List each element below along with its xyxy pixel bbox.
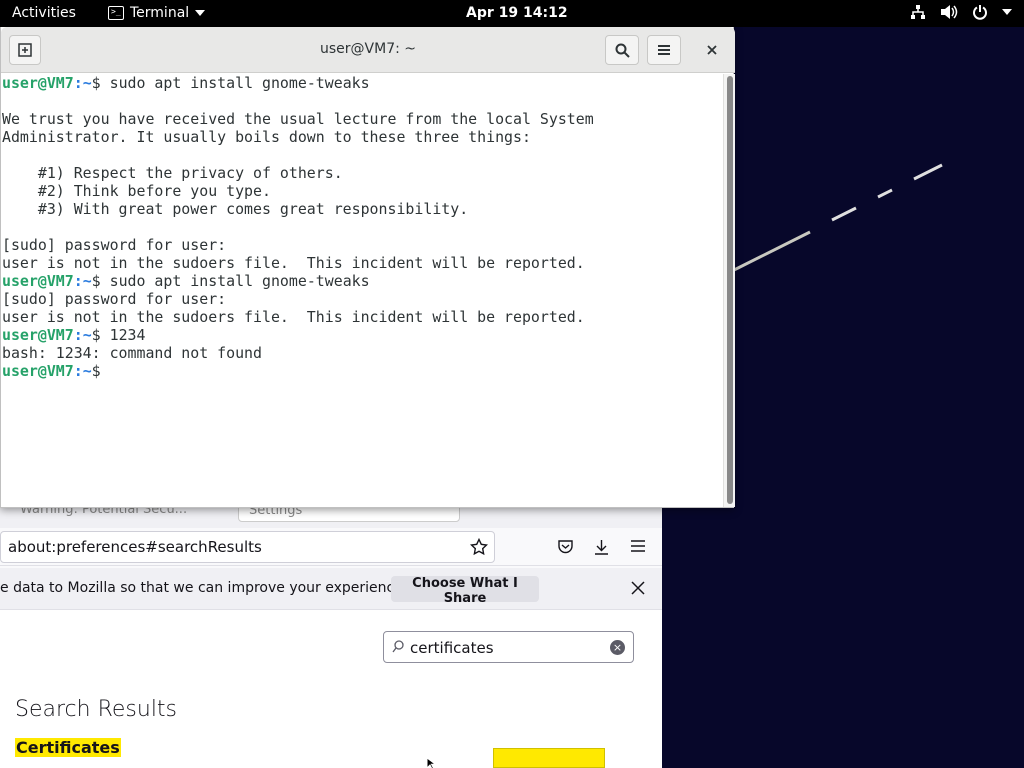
terminal-output-line: [sudo] password for user:	[2, 236, 227, 254]
terminal-prompt-line: user@VM7:~$ sudo apt install gnome-tweak…	[2, 74, 723, 92]
star-icon[interactable]	[470, 538, 488, 556]
search-button[interactable]	[605, 35, 639, 65]
terminal-output-line: #2) Think before you type.	[2, 182, 271, 200]
terminal-output-line: bash: 1234: command not found	[2, 344, 262, 362]
preferences-content: certificates × Search Results Certificat…	[0, 610, 662, 768]
terminal-output-line: Administrator. It usually boils down to …	[2, 128, 531, 146]
prompt-path: :~	[73, 362, 92, 380]
chevron-down-icon	[195, 10, 206, 16]
pocket-icon[interactable]	[557, 539, 574, 555]
search-icon	[392, 640, 404, 653]
scrollbar-thumb[interactable]	[727, 76, 733, 504]
chevron-down-icon	[1002, 9, 1012, 15]
page-title: Search Results	[15, 697, 178, 722]
notification-bar: e data to Mozilla so that we can improve…	[0, 568, 662, 610]
hamburger-menu-button[interactable]	[647, 35, 681, 65]
activities-button[interactable]: Activities	[12, 5, 76, 21]
terminal-output-line: user is not in the sudoers file. This in…	[2, 308, 585, 326]
close-icon	[707, 45, 717, 55]
url-bar[interactable]: about:preferences#searchResults	[0, 531, 495, 563]
prompt-command: $	[91, 362, 101, 380]
power-icon	[973, 5, 987, 20]
view-certificates-button[interactable]	[493, 748, 605, 768]
close-button[interactable]	[701, 39, 723, 61]
terminal-prompt-line: user@VM7:~$	[2, 362, 723, 380]
hamburger-menu-icon	[658, 45, 670, 55]
terminal-headerbar[interactable]: user@VM7: ~	[1, 27, 735, 73]
search-icon	[615, 43, 630, 58]
prompt-user: user@VM7	[2, 326, 74, 344]
terminal-app-icon: >_	[108, 6, 124, 20]
top-bar: Activities >_ Terminal Apr 19 14:12	[0, 0, 1024, 27]
terminal-output-line: #1) Respect the privacy of others.	[2, 164, 343, 182]
mouse-cursor-icon	[426, 757, 438, 768]
prompt-user: user@VM7	[2, 362, 74, 380]
download-icon[interactable]	[593, 539, 610, 555]
clock[interactable]: Apr 19 14:12	[466, 5, 568, 21]
terminal-output[interactable]: user@VM7:~$ sudo apt install gnome-tweak…	[1, 74, 723, 507]
network-icon	[911, 5, 925, 19]
close-icon[interactable]	[630, 580, 646, 596]
scrollbar[interactable]	[723, 74, 735, 507]
preferences-search-input[interactable]: certificates ×	[383, 631, 634, 663]
choose-what-i-share-button[interactable]: Choose What I Share	[391, 576, 539, 606]
terminal-output-line: #3) With great power comes great respons…	[2, 200, 469, 218]
prompt-user: user@VM7	[2, 74, 74, 92]
prompt-path: :~	[73, 272, 92, 290]
terminal-prompt-line: user@VM7:~$ 1234	[2, 326, 723, 344]
prompt-user: user@VM7	[2, 272, 74, 290]
prompt-path: :~	[73, 74, 92, 92]
menu-icon[interactable]	[630, 539, 646, 553]
prompt-command: $ sudo apt install gnome-tweaks	[91, 272, 370, 290]
system-tray[interactable]	[910, 4, 1012, 20]
clear-search-icon[interactable]: ×	[610, 640, 625, 655]
terminal-window: user@VM7: ~ user@VM7:~$ sudo apt install…	[0, 27, 735, 508]
notification-text: e data to Mozilla so that we can improve…	[0, 580, 408, 596]
app-menu[interactable]: >_ Terminal	[108, 5, 206, 21]
prompt-path: :~	[73, 326, 92, 344]
volume-icon	[941, 5, 958, 19]
firefox-window: Warning: Potential Secu... Settings abou…	[0, 488, 662, 768]
terminal-output-line: user is not in the sudoers file. This in…	[2, 254, 585, 272]
terminal-prompt-line: user@VM7:~$ sudo apt install gnome-tweak…	[2, 272, 723, 290]
search-value: certificates	[410, 639, 494, 657]
prompt-command: $ sudo apt install gnome-tweaks	[91, 74, 370, 92]
prompt-command: $ 1234	[91, 326, 146, 344]
terminal-output-line: [sudo] password for user:	[2, 290, 227, 308]
navigation-toolbar: about:preferences#searchResults	[0, 528, 662, 566]
terminal-output-line: We trust you have received the usual lec…	[2, 110, 594, 128]
certificates-heading: Certificates	[15, 738, 121, 757]
app-menu-label: Terminal	[130, 5, 190, 21]
